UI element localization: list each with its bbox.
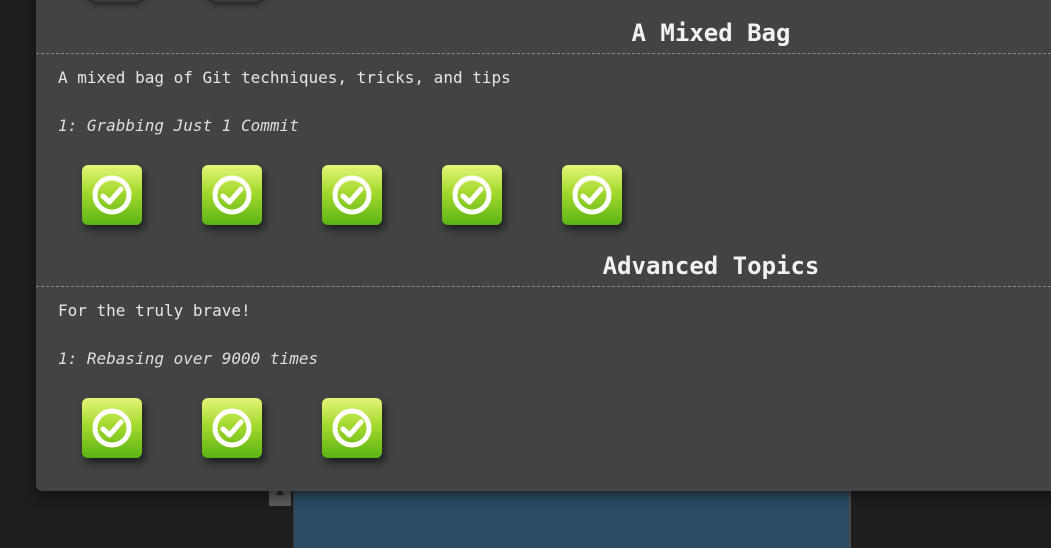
check-circle-icon [92, 175, 132, 215]
check-circle-icon [92, 408, 132, 448]
section-mixed-bag: A Mixed Bag A mixed bag of Git technique… [36, 13, 1051, 227]
section-description: A mixed bag of Git techniques, tricks, a… [58, 68, 511, 87]
section-title: A Mixed Bag [631, 19, 791, 47]
level-badge-2[interactable] [202, 398, 262, 458]
previous-badge-peek [86, 0, 146, 2]
levels-dialog: A Mixed Bag A mixed bag of Git technique… [36, 0, 1051, 491]
level-badges [36, 165, 1051, 227]
level-badge-4[interactable] [442, 165, 502, 225]
section-description: For the truly brave! [58, 301, 251, 320]
check-circle-icon [212, 175, 252, 215]
level-badge-1[interactable] [82, 398, 142, 458]
level-badge-5[interactable] [562, 165, 622, 225]
section-divider [36, 53, 1051, 54]
check-circle-icon [332, 175, 372, 215]
level-name: 1: Rebasing over 9000 times [58, 349, 319, 368]
section-advanced-topics: Advanced Topics For the truly brave! 1: … [36, 246, 1051, 460]
check-circle-icon [212, 408, 252, 448]
level-badge-3[interactable] [322, 165, 382, 225]
section-divider [36, 286, 1051, 287]
level-badges [36, 398, 1051, 460]
level-badge-3[interactable] [322, 398, 382, 458]
level-name: 1: Grabbing Just 1 Commit [58, 116, 299, 135]
previous-badge-peek [206, 0, 266, 2]
check-circle-icon [452, 175, 492, 215]
level-badge-2[interactable] [202, 165, 262, 225]
check-circle-icon [572, 175, 612, 215]
section-title: Advanced Topics [602, 252, 820, 280]
level-badge-1[interactable] [82, 165, 142, 225]
background-panel [293, 485, 851, 548]
check-circle-icon [332, 408, 372, 448]
